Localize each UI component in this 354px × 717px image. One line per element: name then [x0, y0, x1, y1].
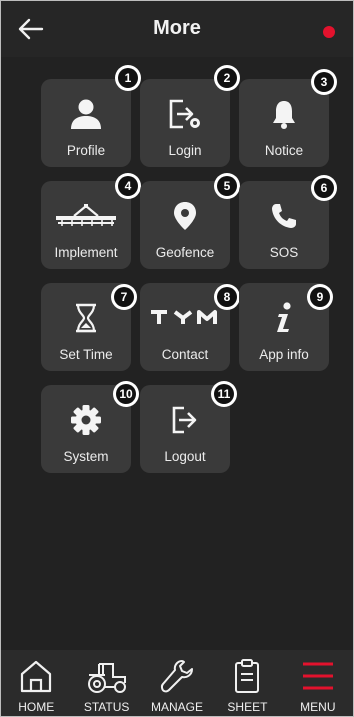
nav-menu[interactable]: MENU: [283, 650, 353, 716]
badge-7: 7: [111, 284, 137, 310]
nav-label-menu: MENU: [300, 700, 336, 714]
badge-8: 8: [214, 284, 240, 310]
badge-9: 9: [307, 284, 333, 310]
bell-icon: [273, 101, 295, 129]
menu-label-geofence: Geofence: [155, 245, 215, 260]
hamburger-icon: [302, 662, 333, 690]
nav-home[interactable]: HOME: [1, 650, 71, 716]
logout-icon: [172, 406, 197, 434]
badge-10: 10: [113, 381, 139, 407]
tym-logo: [140, 301, 230, 335]
nav-sheet[interactable]: SHEET: [212, 650, 282, 716]
badge-3: 3: [311, 69, 337, 95]
menu-label-sos: SOS: [269, 245, 299, 260]
clipboard-icon: [235, 659, 260, 693]
badge-2: 2: [214, 65, 240, 91]
menu-label-set-time: Set Time: [59, 347, 113, 362]
nav-label-status: STATUS: [83, 700, 130, 714]
menu-label-profile: Profile: [66, 143, 106, 158]
location-pin-icon: [174, 202, 196, 230]
menu-label-system: System: [63, 449, 109, 464]
phone-icon: [272, 204, 296, 228]
nav-status[interactable]: STATUS: [71, 650, 141, 716]
menu-label-notice: Notice: [264, 143, 304, 158]
nav-label-manage: MANAGE: [151, 700, 204, 714]
menu-label-login: Login: [168, 143, 202, 158]
menu-label-app-info: App info: [259, 347, 309, 362]
wrench-icon: [160, 660, 194, 693]
badge-5: 5: [214, 173, 240, 199]
menu-label-logout: Logout: [164, 449, 206, 464]
menu-label-contact: Contact: [161, 347, 209, 362]
badge-1: 1: [115, 65, 141, 91]
menu-label-implement: Implement: [54, 245, 118, 260]
bottom-nav: HOME STATUS MANAGE SHEET MENU: [1, 650, 353, 716]
login-gear-icon: [169, 99, 200, 129]
gear-icon: [71, 405, 101, 435]
nav-manage[interactable]: MANAGE: [142, 650, 212, 716]
tractor-icon: [87, 663, 126, 693]
badge-6: 6: [311, 175, 337, 201]
info-icon: [277, 302, 291, 332]
menu-tile-login[interactable]: Login: [140, 79, 230, 167]
menu-grid: Profile 1 Login 2 Notice 3 Implement 4 G…: [1, 1, 353, 651]
person-icon: [71, 99, 101, 129]
badge-11: 11: [211, 381, 237, 407]
menu-tile-profile[interactable]: Profile: [41, 79, 131, 167]
app-frame: More Profile 1 Login 2 Notice 3 Implemen…: [0, 0, 354, 717]
implement-icon: [56, 204, 116, 226]
badge-4: 4: [115, 173, 141, 199]
home-icon: [21, 660, 52, 693]
nav-label-sheet: SHEET: [227, 700, 268, 714]
hourglass-icon: [76, 303, 96, 333]
nav-label-home: HOME: [18, 700, 55, 714]
